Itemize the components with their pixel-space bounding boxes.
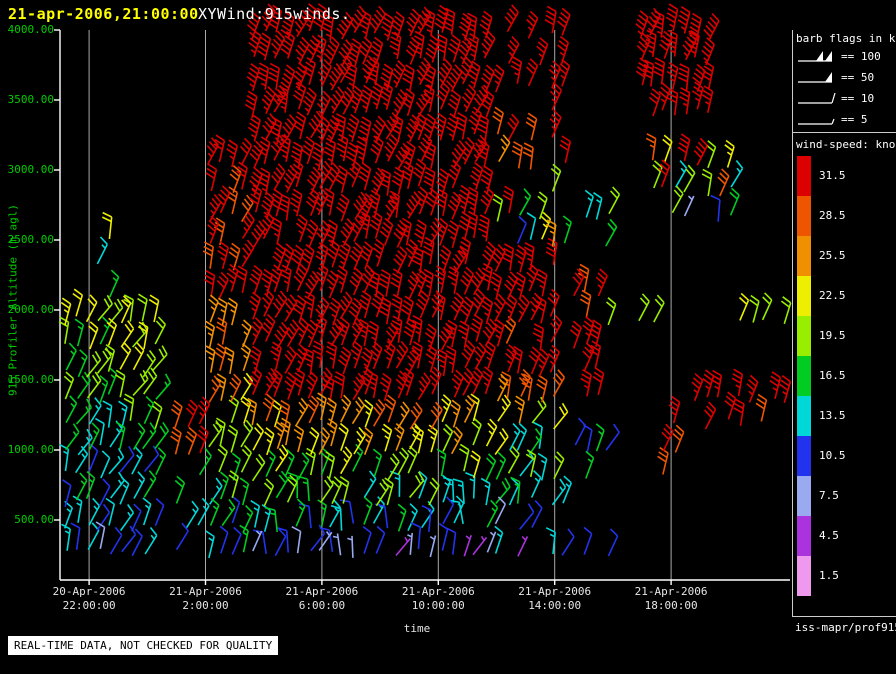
legend-separator [792, 132, 896, 133]
program-id: iss-mapr/prof915I [795, 621, 896, 634]
colorbar-segment [797, 396, 811, 436]
x-axis-tick-label: 20-Apr-200622:00:00 [34, 585, 144, 613]
colorbar-tick-label: 25.5 [819, 249, 846, 262]
barb-flag-legend-row: == 100 [796, 48, 881, 64]
barb-flag-legend-row: == 50 [796, 69, 874, 85]
colorbar-tick-label: 31.5 [819, 169, 846, 182]
colorbar-tick-label: 7.5 [819, 489, 839, 502]
x-axis-tick-label: 21-Apr-20062:00:00 [151, 585, 261, 613]
x-axis-tick-label: 21-Apr-200614:00:00 [500, 585, 610, 613]
colorbar-segment [797, 356, 811, 396]
x-axis-tick-label: 21-Apr-200610:00:00 [383, 585, 493, 613]
legend-left-border [792, 30, 793, 617]
x-axis-tick-label: 21-Apr-20066:00:00 [267, 585, 377, 613]
colorbar-segment [797, 476, 811, 516]
colorbar-segment [797, 436, 811, 476]
x-axis-title: time [372, 622, 462, 635]
barb-flag-legend-row: == 5 [796, 111, 868, 127]
axes [54, 30, 790, 585]
y-axis-tick-label: 3500.00 [0, 94, 54, 106]
wind-barb-group [96, 196, 694, 558]
colorbar-segment [797, 276, 811, 316]
barb-flag-label: == 10 [841, 92, 874, 105]
barb-flag-legend-title: barb flags in knots [796, 32, 896, 45]
colorbar-tick-label: 1.5 [819, 569, 839, 582]
y-axis-title: 915 Profiler Altitude (m agl) [7, 204, 20, 396]
y-axis-tick-label: 4000.00 [0, 24, 54, 36]
y-axis-tick-label: 3000.00 [0, 164, 54, 176]
x-axis-tick-label: 21-Apr-200618:00:00 [616, 585, 726, 613]
y-axis-tick-label: 1000.00 [0, 444, 54, 456]
wind-profiler-display-window: 21-apr-2006,21:00:00 XYWind:915winds. 40… [0, 0, 896, 674]
page-title: XYWind:915winds. [198, 5, 351, 23]
wind-speed-legend-title: wind-speed: knots [796, 138, 896, 151]
barb-flag-label: == 50 [841, 71, 874, 84]
barb-flag-icon [796, 48, 836, 64]
wind-barb-group [66, 188, 739, 552]
timestamp: 21-apr-2006,21:00:00 [8, 5, 199, 23]
colorbar-segment [797, 236, 811, 276]
colorbar-tick-label: 22.5 [819, 289, 846, 302]
barb-flag-label: == 100 [841, 50, 881, 63]
footer-separator [792, 616, 896, 617]
colorbar-tick-label: 13.5 [819, 409, 846, 422]
wind-barb-group [186, 4, 790, 453]
colorbar-tick-label: 10.5 [819, 449, 846, 462]
colorbar-segment [797, 316, 811, 356]
y-axis-tick-label: 500.00 [0, 514, 54, 526]
wind-barb-group [63, 196, 720, 556]
barb-flag-legend-row: == 10 [796, 90, 874, 106]
barb-flag-icon [796, 111, 836, 127]
colorbar-tick-label: 19.5 [819, 329, 846, 342]
barb-flag-icon [796, 69, 836, 85]
colorbar-segment [797, 196, 811, 236]
barb-flag-icon [796, 90, 836, 106]
colorbar-segment [797, 156, 811, 196]
wind-barb-plot-canvas[interactable] [0, 0, 896, 674]
colorbar-segment [797, 556, 811, 596]
wind-barb-group [396, 535, 527, 556]
colorbar-tick-label: 16.5 [819, 369, 846, 382]
wind-speed-colorbar [797, 156, 811, 596]
colorbar-tick-label: 4.5 [819, 529, 839, 542]
quality-banner: REAL-TIME DATA, NOT CHECKED FOR QUALITY [8, 636, 278, 655]
wind-barb-group [171, 107, 767, 474]
wind-barbs [59, 4, 791, 558]
barb-flag-label: == 5 [841, 113, 868, 126]
colorbar-tick-label: 28.5 [819, 209, 846, 222]
wind-barb-group [59, 141, 791, 506]
colorbar-segment [797, 516, 811, 556]
